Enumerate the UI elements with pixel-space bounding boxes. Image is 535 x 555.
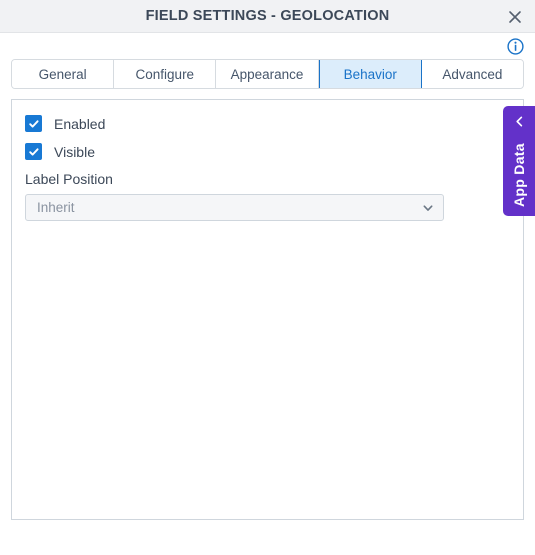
app-data-panel-toggle[interactable]: App Data [503,106,535,216]
visible-label: Visible [54,143,95,160]
enabled-checkbox[interactable] [25,115,42,132]
dialog-info-row [0,33,535,58]
enabled-label: Enabled [54,115,106,132]
tab-configure[interactable]: Configure [114,60,217,88]
visible-checkbox[interactable] [25,143,42,160]
app-data-label: App Data [511,143,527,207]
dialog-title: FIELD SETTINGS - GEOLOCATION [145,8,390,24]
chevron-down-icon [422,202,434,214]
check-icon [28,146,40,158]
check-icon [28,118,40,130]
tab-behavior[interactable]: Behavior [318,60,422,88]
chevron-left-icon [503,115,535,128]
enabled-field-row: Enabled [25,115,105,132]
label-position-select[interactable]: Inherit [25,194,444,221]
behavior-settings-panel: Enabled Visible Label Position Inherit [11,99,524,520]
label-position-label: Label Position [25,171,113,187]
tab-general[interactable]: General [12,60,115,88]
info-icon [507,38,524,55]
tab-appearance[interactable]: Appearance [216,60,319,88]
tab-advanced[interactable]: Advanced [421,60,523,88]
info-button[interactable] [507,38,524,55]
settings-tab-bar: General Configure Appearance Behavior Ad… [11,59,524,89]
dialog-title-bar: FIELD SETTINGS - GEOLOCATION [0,0,535,33]
close-button[interactable] [503,5,527,29]
label-position-value: Inherit [37,200,75,215]
visible-field-row: Visible [25,143,95,160]
close-icon [508,10,522,24]
